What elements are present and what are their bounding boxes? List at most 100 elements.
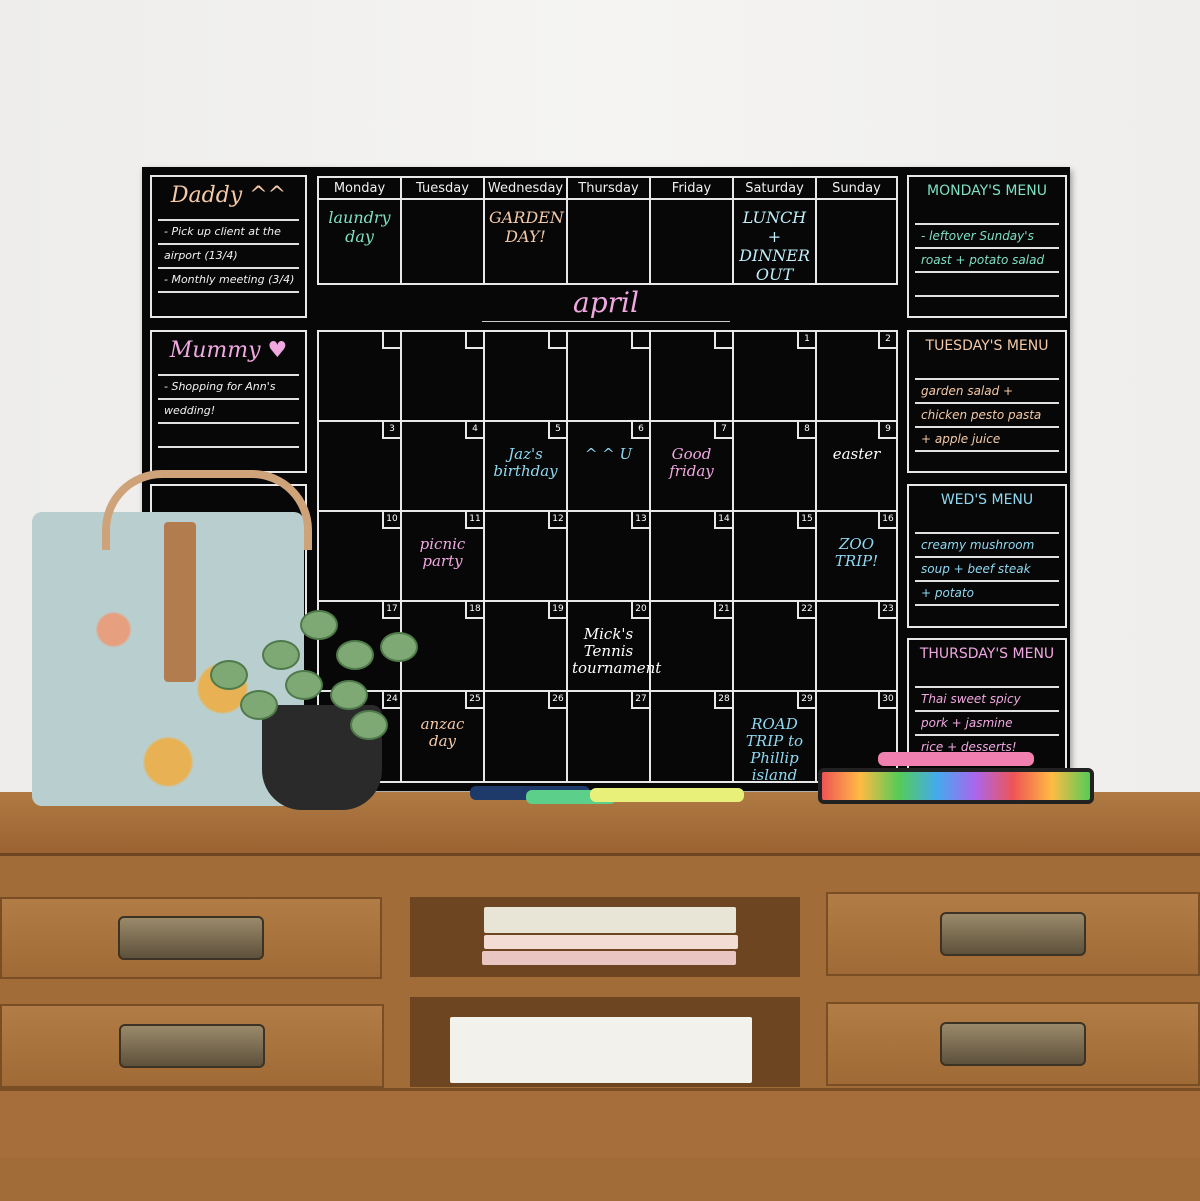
day-number: 23 <box>878 602 896 619</box>
calendar-event: ^ ^ U <box>584 445 633 463</box>
day-number <box>714 332 732 349</box>
wooden-cabinet <box>0 792 1200 1201</box>
note-line: - Pick up client at the <box>158 219 299 243</box>
day-header: Tuesday <box>402 178 483 200</box>
calendar-event: Good friday <box>669 445 714 480</box>
day-number: 26 <box>548 692 566 709</box>
calendar-day[interactable]: 11 picnic party <box>402 512 485 602</box>
day-number: 19 <box>548 602 566 619</box>
calendar-day[interactable]: 22 <box>734 602 817 692</box>
calendar-day[interactable]: 12 <box>485 512 568 602</box>
day-number: 10 <box>382 512 400 529</box>
calendar-day[interactable] <box>319 332 402 422</box>
shelf-board <box>410 977 800 997</box>
menu-line <box>915 604 1059 626</box>
calendar-day[interactable]: 28 <box>651 692 734 782</box>
day-number: 5 <box>548 422 566 439</box>
calendar-day[interactable]: 26 <box>485 692 568 782</box>
week-column-saturday: Saturday LUNCH + DINNER OUT <box>734 178 817 284</box>
menu-title: MONDAY'S MENU <box>927 183 1047 199</box>
calendar-day[interactable]: 27 <box>568 692 651 782</box>
menu-title: WED'S MENU <box>940 492 1034 508</box>
day-number: 3 <box>382 422 400 439</box>
mummy-notes: Mummy ♥ - Shopping for Ann's wedding! <box>150 330 307 473</box>
drawer <box>826 1002 1200 1086</box>
calendar-day[interactable]: 20 Mick's Tennis tournament <box>568 602 662 692</box>
week-column-wednesday: Wednesday GARDEN DAY! <box>485 178 568 283</box>
calendar-day[interactable]: 8 <box>734 422 817 512</box>
calendar-day[interactable]: 6 ^ ^ U <box>568 422 651 512</box>
note-line: - Shopping for Ann's <box>158 374 299 398</box>
calendar-day[interactable]: 21 <box>651 602 734 692</box>
mummy-title: Mummy ♥ <box>169 338 288 363</box>
calendar-day[interactable]: 3 <box>319 422 402 512</box>
calendar-day[interactable] <box>402 332 485 422</box>
calendar-event: ROAD TRIP to Phillip island <box>745 715 804 784</box>
weekly-planner: Monday laundry day Tuesday Wednesday GARDEN … <box>317 176 898 285</box>
calendar-day[interactable]: 15 <box>734 512 817 602</box>
menu-line: creamy mushroom <box>915 532 1059 556</box>
calendar-day[interactable] <box>651 332 734 422</box>
calendar-day[interactable]: 16 ZOO TRIP! <box>817 512 896 602</box>
day-number <box>465 332 483 349</box>
week-column-thursday: Thursday <box>568 178 651 283</box>
calendar-event: anzac day <box>420 715 465 750</box>
month-title: april <box>482 286 730 322</box>
calendar-day[interactable]: 29 ROAD TRIP to Phillip island <box>734 692 817 784</box>
day-number: 15 <box>797 512 815 529</box>
day-number: 30 <box>878 692 896 709</box>
menu-line: chicken pesto pasta <box>915 402 1059 426</box>
day-number: 28 <box>714 692 732 709</box>
day-header: Saturday <box>734 178 815 200</box>
menu-line: roast + potato salad <box>915 247 1059 271</box>
drawer <box>0 1004 384 1088</box>
menu-line <box>915 295 1059 316</box>
calendar-day[interactable]: 1 <box>734 332 817 422</box>
day-number: 25 <box>465 692 483 709</box>
colorful-notebook <box>818 768 1094 804</box>
day-number: 13 <box>631 512 649 529</box>
day-number: 29 <box>797 692 815 709</box>
open-shelf <box>410 897 800 1087</box>
day-number: 20 <box>631 602 649 619</box>
note-line <box>158 446 299 470</box>
calendar-day[interactable]: 2 <box>817 332 896 422</box>
marker <box>878 752 1034 766</box>
day-number: 18 <box>465 602 483 619</box>
drawer-handle <box>118 916 264 960</box>
calendar-day[interactable]: 19 <box>485 602 568 692</box>
week-event: laundry day <box>328 208 391 246</box>
menu-line: soup + beef steak <box>915 556 1059 580</box>
calendar-event: ZOO TRIP! <box>834 535 879 570</box>
menu-title: TUESDAY'S MENU <box>925 338 1049 354</box>
day-number: 4 <box>465 422 483 439</box>
calendar-day[interactable]: 13 <box>568 512 651 602</box>
calendar-day[interactable]: 5 Jaz's birthday <box>485 422 568 512</box>
day-header: Sunday <box>817 178 896 200</box>
calendar-day[interactable]: 7 Good friday <box>651 422 734 512</box>
day-number: 27 <box>631 692 649 709</box>
drawer-handle <box>940 1022 1086 1066</box>
day-number: 22 <box>797 602 815 619</box>
week-column-tuesday: Tuesday <box>402 178 485 283</box>
drawer <box>826 892 1200 976</box>
menu-line <box>915 450 1059 471</box>
day-header: Thursday <box>568 178 649 200</box>
calendar-day[interactable]: 14 <box>651 512 734 602</box>
menu-box: MONDAY'S MENU - leftover Sunday's roast + … <box>907 175 1067 318</box>
calendar-event: Mick's Tennis tournament <box>572 625 662 677</box>
book <box>484 935 738 949</box>
calendar-day[interactable]: 10 <box>319 512 402 602</box>
menu-line: + potato <box>915 580 1059 604</box>
menu-line: - leftover Sunday's <box>915 223 1059 247</box>
menu-box: TUESDAY'S MENU garden salad + chicken pest… <box>907 330 1067 473</box>
calendar-day[interactable]: 9 easter <box>817 422 896 512</box>
menu-title: THURSDAY'S MENU <box>919 646 1055 662</box>
day-header: Friday <box>651 178 732 200</box>
calendar-day[interactable]: 4 <box>402 422 485 512</box>
calendar-day[interactable]: 23 <box>817 602 896 692</box>
day-number: 24 <box>382 692 400 709</box>
calendar-day[interactable]: 25 anzac day <box>402 692 485 782</box>
calendar-day[interactable] <box>568 332 651 422</box>
calendar-day[interactable] <box>485 332 568 422</box>
